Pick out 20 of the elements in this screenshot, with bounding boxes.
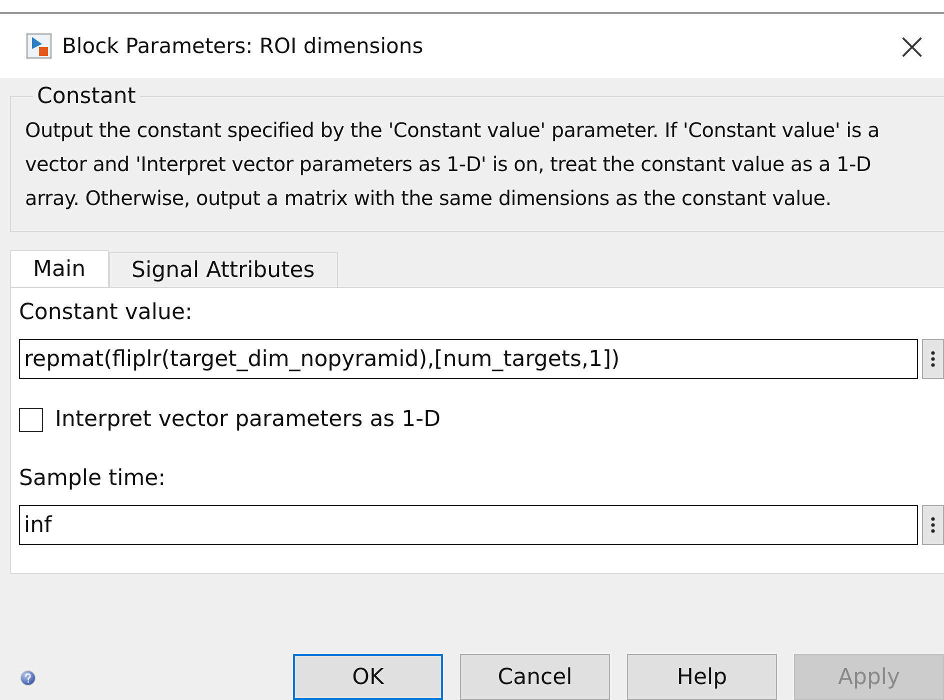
more-button[interactable]: [922, 505, 944, 545]
tab[interactable]: Main: [10, 250, 109, 288]
input-field[interactable]: repmat(fliplr(target_dim_nopyramid),[num_targets,1]): [19, 339, 918, 379]
window-title: Block Parameters: ROI dimensions: [62, 34, 424, 58]
dots-icon: [931, 350, 935, 368]
dialog-button[interactable]: OK: [293, 654, 443, 700]
dialog-button[interactable]: Cancel: [460, 654, 610, 700]
field-label: Sample time:: [19, 466, 167, 491]
tab[interactable]: Signal Attributes: [108, 252, 338, 288]
more-button[interactable]: [922, 339, 944, 379]
block-icon: [26, 33, 52, 59]
field-label: Constant value:: [19, 300, 194, 325]
description-text: Output the constant specified by the 'Constant value' parameter. If 'Constant value' is a vector and 'Interpret vector parameters as 1-D' is on, treat the constant value as a 1-D array. Otherwise, output a matrix with the same dimensions as the constant value.: [25, 117, 880, 212]
dots-icon: [931, 516, 935, 534]
close-button[interactable]: ×: [890, 27, 934, 65]
input-field[interactable]: inf: [19, 505, 918, 545]
checkbox-label: Interpret vector parameters as 1-D: [55, 407, 441, 432]
checkbox[interactable]: [19, 408, 43, 432]
group-title: Constant: [36, 84, 137, 109]
dialog-button[interactable]: Help: [627, 654, 777, 700]
